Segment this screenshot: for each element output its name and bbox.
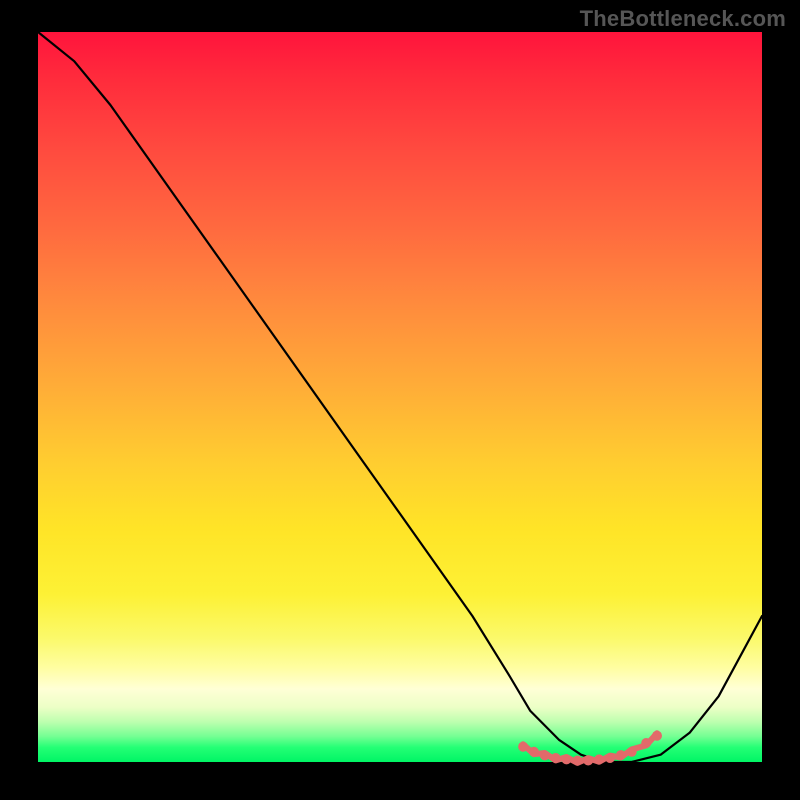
bottleneck-curve — [38, 32, 762, 762]
marker-dot — [518, 742, 528, 752]
marker-dot — [594, 754, 604, 764]
marker-dot — [616, 750, 626, 760]
marker-dot — [529, 747, 539, 757]
plot-area — [38, 32, 762, 762]
marker-dot — [641, 738, 651, 748]
marker-dot — [605, 753, 615, 763]
chart-svg — [38, 32, 762, 762]
marker-dot — [551, 753, 561, 763]
marker-dot — [562, 754, 572, 764]
marker-dot — [627, 747, 637, 757]
canvas: TheBottleneck.com — [0, 0, 800, 800]
marker-dot — [540, 750, 550, 760]
marker-dot — [572, 756, 582, 766]
marker-dot — [583, 756, 593, 766]
watermark-text: TheBottleneck.com — [580, 6, 786, 32]
marker-dot — [652, 731, 662, 741]
